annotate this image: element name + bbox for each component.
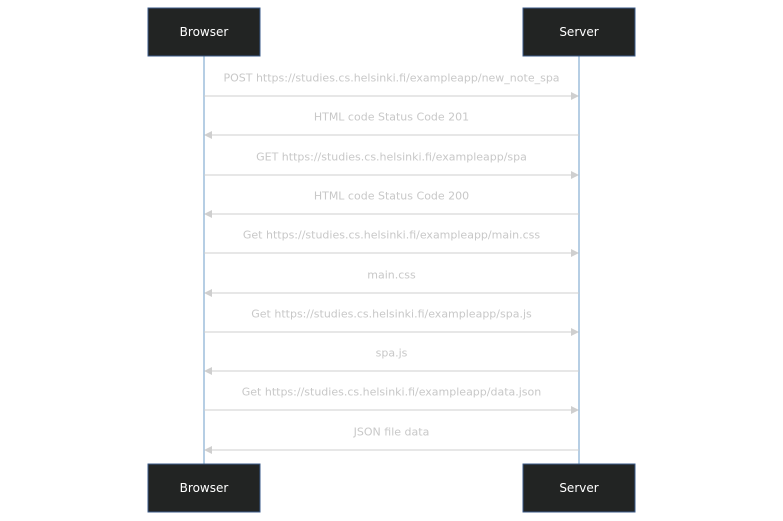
arrowhead-icon [204,289,212,297]
sequence-diagram: Browser Server POST https://studies.cs.h… [147,7,636,513]
browser-actor-top-label: Browser [180,25,229,39]
message: spa.js [204,347,579,375]
arrowhead-icon [571,328,579,336]
arrowhead-icon [571,92,579,100]
browser-actor-bottom-label: Browser [180,481,229,495]
message-label: Get https://studies.cs.helsinki.fi/examp… [251,308,532,321]
arrowhead-icon [204,131,212,139]
message: POST https://studies.cs.helsinki.fi/exam… [204,72,579,100]
server-actor-top-label: Server [559,25,598,39]
message-label: POST https://studies.cs.helsinki.fi/exam… [223,72,559,85]
message-label: JSON file data [353,426,430,439]
browser-actor-top: Browser [147,7,261,57]
arrowhead-icon [204,446,212,454]
message: GET https://studies.cs.helsinki.fi/examp… [204,151,579,179]
server-actor-bottom-label: Server [559,481,598,495]
arrowhead-icon [204,367,212,375]
message-label: HTML code Status Code 201 [314,111,469,124]
message-label: Get https://studies.cs.helsinki.fi/examp… [242,386,542,399]
message: main.css [204,269,579,297]
message: HTML code Status Code 201 [204,111,579,139]
message: Get https://studies.cs.helsinki.fi/examp… [204,386,579,414]
arrowhead-icon [204,210,212,218]
message: JSON file data [204,426,579,454]
arrowhead-icon [571,249,579,257]
messages: POST https://studies.cs.helsinki.fi/exam… [204,72,579,454]
message: Get https://studies.cs.helsinki.fi/examp… [204,308,579,336]
message-label: HTML code Status Code 200 [314,190,469,203]
message: HTML code Status Code 200 [204,190,579,218]
browser-actor-bottom: Browser [147,463,261,513]
message-label: spa.js [376,347,408,360]
message-label: main.css [367,269,416,282]
server-actor-top: Server [522,7,636,57]
server-actor-bottom: Server [522,463,636,513]
message: Get https://studies.cs.helsinki.fi/examp… [204,229,579,257]
arrowhead-icon [571,171,579,179]
arrowhead-icon [571,406,579,414]
message-label: Get https://studies.cs.helsinki.fi/examp… [243,229,540,242]
message-label: GET https://studies.cs.helsinki.fi/examp… [256,151,527,164]
